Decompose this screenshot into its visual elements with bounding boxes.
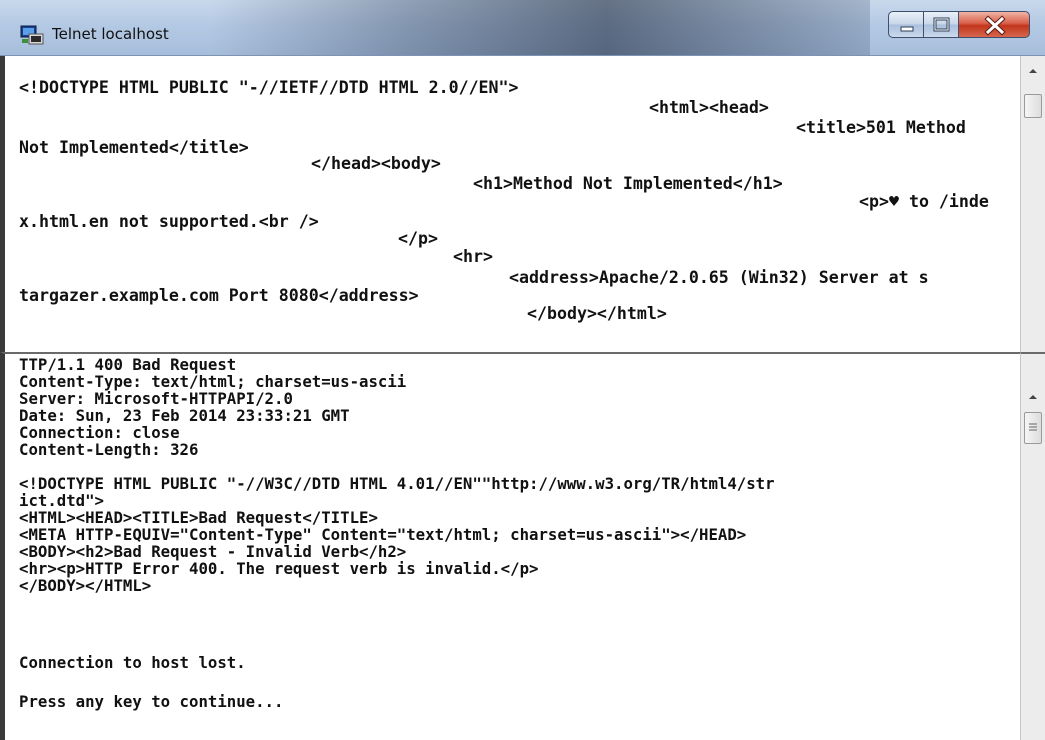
close-icon [984,15,1006,36]
terminal-line: <address>Apache/2.0.65 (Win32) Server at… [509,268,929,287]
top-terminal-output[interactable]: <!DOCTYPE HTML PUBLIC "-//IETF//DTD HTML… [0,56,1020,352]
terminal-line: Server: Microsoft-HTTPAPI/2.0 [19,389,293,408]
title-bar-glass [210,0,870,55]
top-scrollbar[interactable] [1020,56,1045,352]
terminal-line: </head><body> [311,154,441,173]
terminal-line: Connection to host lost. [19,653,246,672]
window-title: Telnet localhost [52,25,169,43]
terminal-line: x.html.en not supported.<br /> [19,212,319,231]
terminal-line: Press any key to continue... [19,692,284,711]
terminal-line: Not Implemented</title> [19,138,249,157]
terminal-line: <p>♥ to /inde [859,192,989,211]
scroll-up-arrow-icon[interactable] [1027,66,1039,76]
scroll-up-arrow-icon[interactable] [1027,392,1039,402]
bottom-scroll-thumb[interactable] [1024,412,1042,444]
bottom-scrollbar[interactable] [1020,352,1045,740]
telnet-app-icon[interactable] [20,25,44,45]
terminal-line: <hr><p>HTTP Error 400. The request verb … [19,559,539,578]
terminal-line: TTP/1.1 400 Bad Request [19,355,237,374]
terminal-line: Content-Type: text/html; charset=us-asci… [19,372,407,391]
terminal-line: <h1>Method Not Implemented</h1> [473,174,783,193]
terminal-line: <!DOCTYPE HTML PUBLIC "-//W3C//DTD HTML … [19,474,775,493]
scroll-thumb-grip-icon [1029,423,1037,431]
terminal-line: targazer.example.com Port 8080</address> [19,286,419,305]
minimize-button[interactable] [888,11,924,38]
terminal-line: <BODY><h2>Bad Request - Invalid Verb</h2… [19,542,407,561]
terminal-line: Date: Sun, 23 Feb 2014 23:33:21 GMT [19,406,350,425]
maximize-icon [933,17,950,32]
title-bar[interactable]: Telnet localhost [0,0,1045,56]
terminal-line: <hr> [453,247,493,266]
terminal-line: </p> [398,229,438,248]
terminal-line: </BODY></HTML> [19,576,152,595]
terminal-line: <HTML><HEAD><TITLE>Bad Request</TITLE> [19,508,378,527]
top-scroll-thumb[interactable] [1024,94,1042,118]
terminal-line: <META HTTP-EQUIV="Content-Type" Content=… [19,525,747,544]
terminal-line: </body></html> [527,304,667,323]
terminal-line: Content-Length: 326 [19,440,199,459]
bottom-terminal-output[interactable]: TTP/1.1 400 Bad Request Content-Type: te… [0,352,1020,740]
telnet-window: Telnet localhost <!DOCTYPE HTML PUBLIC "… [0,0,1045,352]
terminal-line: <html><head> [649,98,769,117]
minimize-icon [900,26,914,32]
close-button[interactable] [958,11,1030,38]
terminal-line: ict.dtd"> [19,491,105,510]
maximize-button[interactable] [923,11,959,38]
terminal-line: <title>501 Method [796,118,966,137]
terminal-line: Connection: close [19,423,180,442]
terminal-line: <!DOCTYPE HTML PUBLIC "-//IETF//DTD HTML… [19,78,519,97]
